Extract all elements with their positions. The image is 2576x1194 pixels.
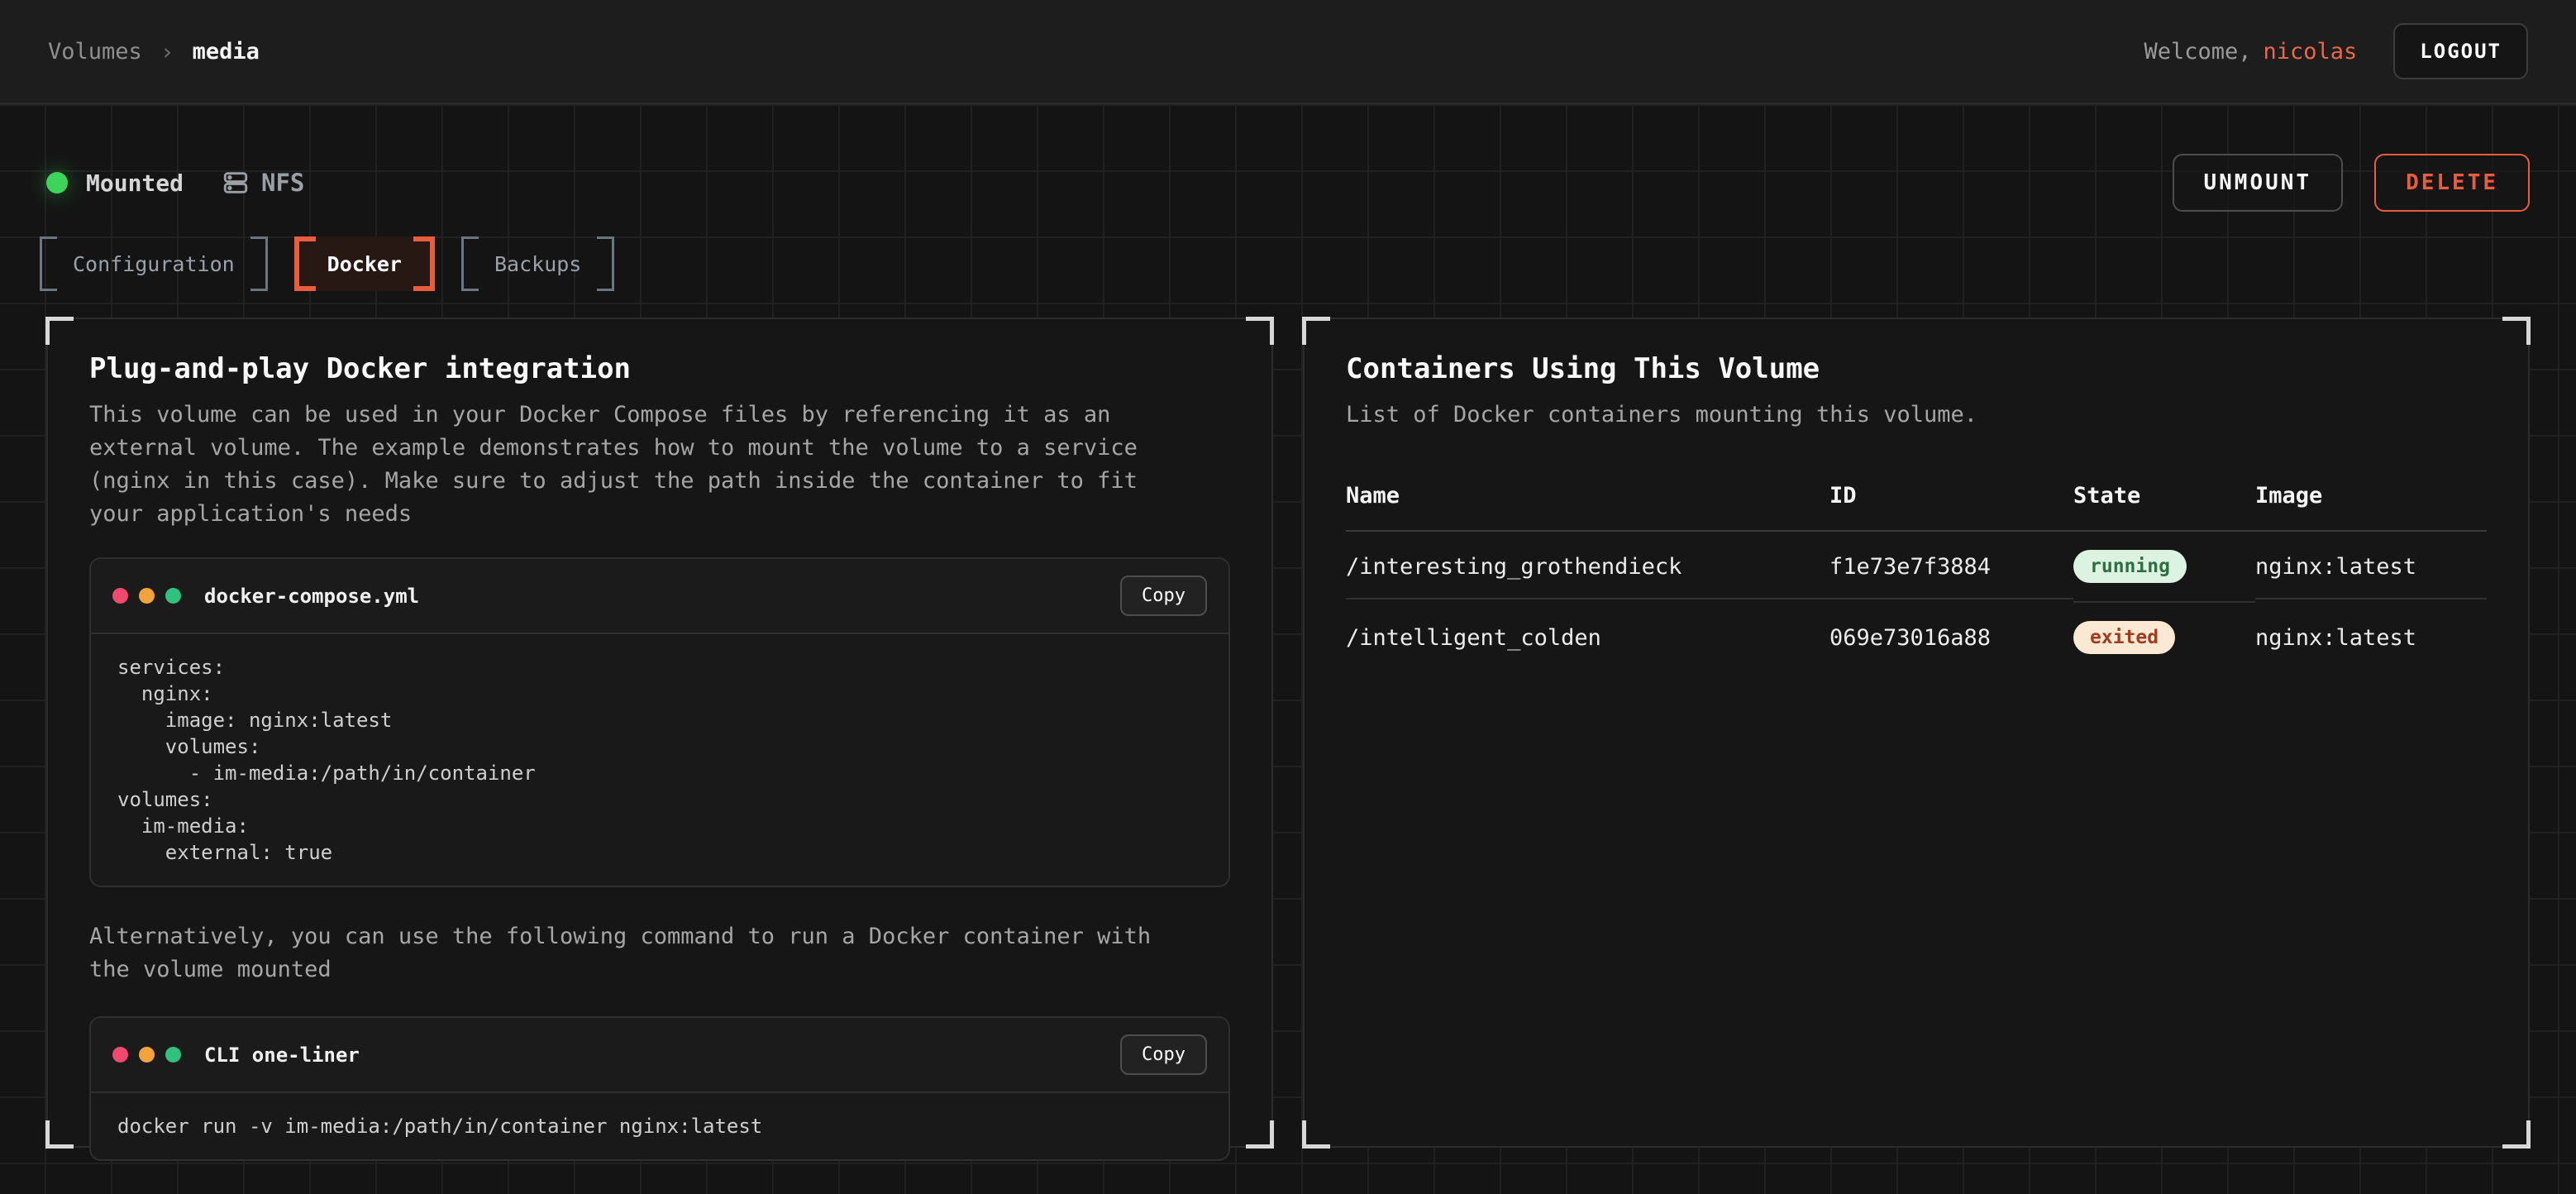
column-header-state: State xyxy=(2073,483,2255,509)
panels-row: Plug-and-play Docker integration This vo… xyxy=(46,318,2530,1148)
compose-code-header: docker-compose.yml Copy xyxy=(91,559,1228,634)
username-text: nicolas xyxy=(2264,39,2358,64)
container-state: running xyxy=(2073,532,2255,603)
status-badge-exited: exited xyxy=(2073,621,2175,654)
logout-button[interactable]: LOGOUT xyxy=(2393,23,2528,79)
traffic-dot-yellow-icon xyxy=(139,588,155,604)
corner-bracket xyxy=(1246,1120,1274,1149)
container-image: nginx:latest xyxy=(2255,607,2487,669)
container-name: /interesting_grothendieck xyxy=(1346,536,1829,599)
container-id: f1e73e7f3884 xyxy=(1829,536,2073,599)
unmount-button[interactable]: UNMOUNT xyxy=(2173,154,2344,212)
delete-button[interactable]: DELETE xyxy=(2374,154,2530,212)
container-state: exited xyxy=(2073,603,2255,672)
mounted-label: Mounted xyxy=(86,170,184,197)
breadcrumb-volumes-link[interactable]: Volumes xyxy=(48,39,142,64)
corner-bracket xyxy=(1302,1120,1330,1149)
breadcrumb-current-volume: media xyxy=(193,39,260,64)
tab-docker[interactable]: Docker xyxy=(294,236,435,291)
compose-copy-button[interactable]: Copy xyxy=(1120,576,1207,616)
cli-code-header: CLI one-liner Copy xyxy=(91,1018,1228,1093)
docker-integration-panel: Plug-and-play Docker integration This vo… xyxy=(46,318,1273,1148)
breadcrumb: Volumes › media xyxy=(48,38,260,65)
driver-label-nfs: NFS xyxy=(261,169,304,197)
traffic-dot-yellow-icon xyxy=(139,1047,155,1063)
traffic-light-dots xyxy=(112,588,181,604)
table-row: /intelligent_colden 069e73016a88 exited … xyxy=(1346,603,2487,672)
containers-panel: Containers Using This Volume List of Doc… xyxy=(1303,318,2530,1148)
cli-intro-text: Alternatively, you can use the following… xyxy=(89,920,1201,986)
tab-bar: Configuration Docker Backups xyxy=(40,236,2530,291)
top-bar: Volumes › media Welcome, nicolas LOGOUT xyxy=(0,0,2576,104)
docker-panel-title: Plug-and-play Docker integration xyxy=(89,351,1230,387)
cli-code-content: docker run -v im-media:/path/in/containe… xyxy=(91,1093,1228,1159)
containers-panel-title: Containers Using This Volume xyxy=(1346,351,2487,387)
corner-bracket xyxy=(1302,317,1330,345)
main-content: Mounted NFS UNMOUNT DELETE Configuration… xyxy=(0,104,2576,1194)
compose-filename: docker-compose.yml xyxy=(204,585,419,608)
docker-panel-description: This volume can be used in your Docker C… xyxy=(89,399,1201,531)
container-image: nginx:latest xyxy=(2255,536,2487,599)
corner-bracket xyxy=(45,317,74,345)
cli-copy-button[interactable]: Copy xyxy=(1120,1034,1207,1075)
status-badge-running: running xyxy=(2073,550,2187,583)
container-id: 069e73016a88 xyxy=(1829,607,2073,669)
container-name: /intelligent_colden xyxy=(1346,607,1829,669)
tab-configuration[interactable]: Configuration xyxy=(40,236,268,291)
column-header-name: Name xyxy=(1346,483,1829,509)
traffic-light-dots xyxy=(112,1047,181,1063)
status-row: Mounted NFS UNMOUNT DELETE xyxy=(46,104,2530,212)
compose-code-block: docker-compose.yml Copy services: nginx:… xyxy=(89,557,1230,887)
column-header-image: Image xyxy=(2255,483,2487,509)
tab-backups[interactable]: Backups xyxy=(461,236,614,291)
traffic-dot-red-icon xyxy=(112,1047,128,1063)
corner-bracket xyxy=(2502,1120,2531,1149)
cli-code-block: CLI one-liner Copy docker run -v im-medi… xyxy=(89,1016,1230,1161)
cli-filename: CLI one-liner xyxy=(204,1044,360,1067)
volume-action-buttons: UNMOUNT DELETE xyxy=(2173,154,2531,212)
server-stack-icon xyxy=(222,169,250,197)
table-row: /interesting_grothendieck f1e73e7f3884 r… xyxy=(1346,532,2487,603)
corner-bracket xyxy=(45,1120,74,1149)
corner-bracket xyxy=(2502,317,2531,345)
column-header-id: ID xyxy=(1829,483,2073,509)
welcome-text: Welcome, xyxy=(2144,39,2251,64)
corner-bracket xyxy=(1246,317,1274,345)
compose-code-content: services: nginx: image: nginx:latest vol… xyxy=(91,634,1228,886)
topbar-right: Welcome, nicolas LOGOUT xyxy=(2144,23,2528,79)
containers-table-header: Name ID State Image xyxy=(1346,483,2487,532)
containers-panel-subtitle: List of Docker containers mounting this … xyxy=(1346,399,2458,432)
mounted-status-dot xyxy=(46,172,68,193)
containers-table: Name ID State Image /interesting_grothen… xyxy=(1346,483,2487,672)
traffic-dot-red-icon xyxy=(112,588,128,604)
driver-group: NFS xyxy=(222,169,304,197)
chevron-right-icon: › xyxy=(160,38,174,65)
traffic-dot-green-icon xyxy=(165,1047,181,1063)
traffic-dot-green-icon xyxy=(165,588,181,604)
